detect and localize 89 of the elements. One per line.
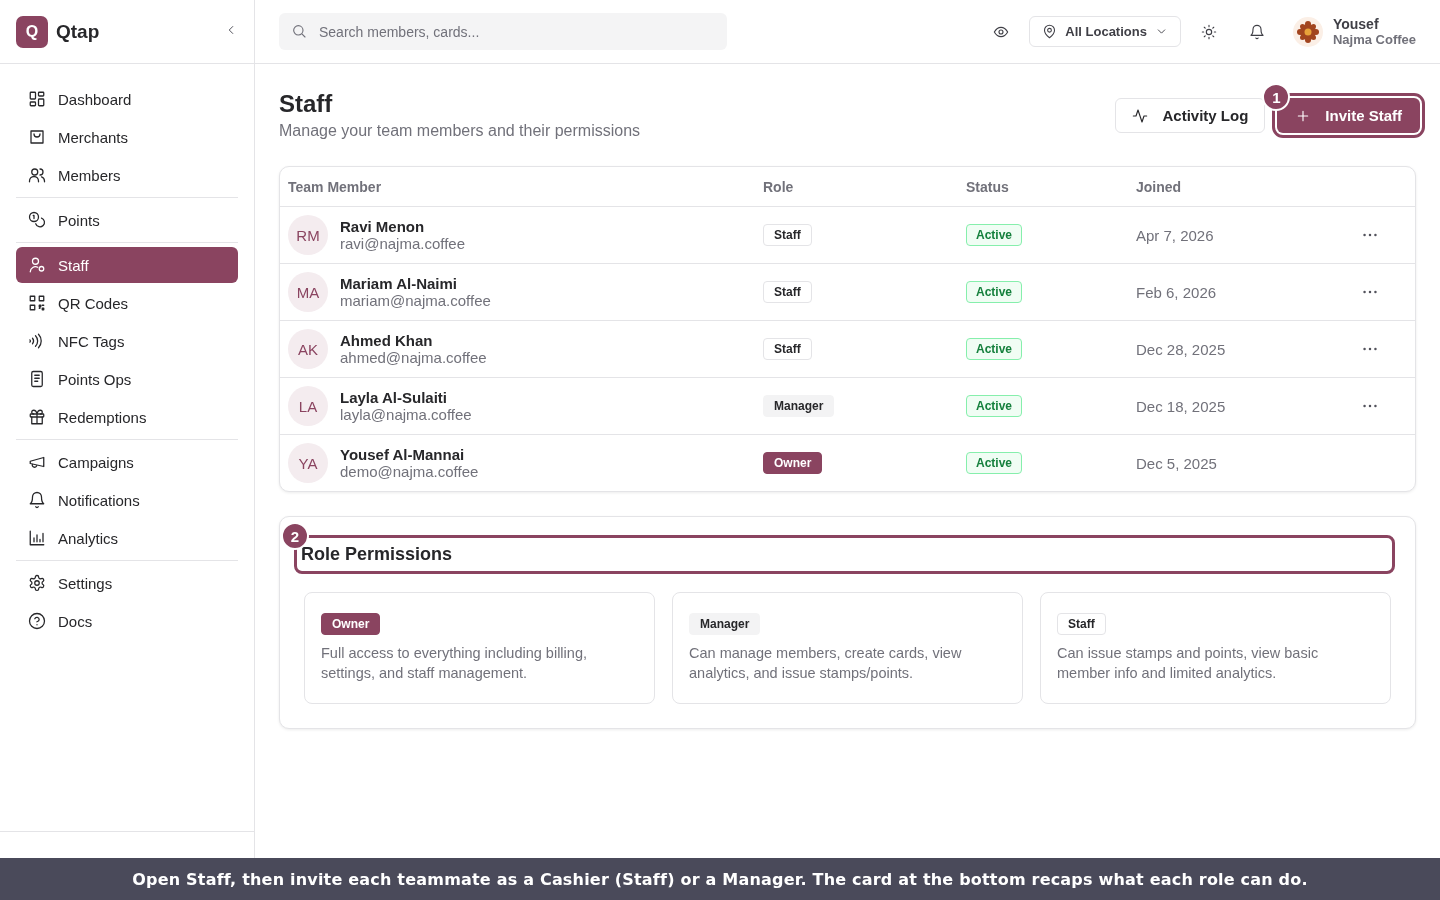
column-header: Role [763,178,795,195]
coins-icon [28,211,46,229]
joined-date: Dec 18, 2025 [1136,397,1227,415]
member-email: ahmed@najma.coffee [340,349,487,366]
member-avatar: YA [288,443,328,483]
more-icon [1363,347,1377,351]
member-avatar: AK [288,329,328,369]
status-badge: Active [966,224,1023,246]
search-field[interactable]: Search members, cards... [279,13,727,50]
column-header: Status [966,178,1010,195]
business-name: Najma Coffee [1332,32,1416,47]
status-badge: Active [966,281,1023,303]
user-name: Yousef [1332,16,1380,32]
bell-icon [28,491,46,509]
more-icon [1363,233,1377,237]
sidebar-item[interactable]: Dashboard [16,81,238,117]
location-dropdown[interactable]: All Locations [1029,16,1181,47]
member-name: Yousef Al-Mannai [340,446,466,463]
role-badge: Owner [763,452,823,474]
bar-chart-icon [28,529,46,547]
role-badge: Manager [689,613,761,635]
sidebar-item[interactable]: QR Codes [16,285,238,321]
role-badge: Staff [763,224,812,246]
member-email: layla@najma.coffee [340,406,472,423]
role-badge: Staff [763,281,812,303]
member-email: demo@najma.coffee [340,463,479,480]
notifications-button[interactable] [1248,23,1265,40]
status-badge: Active [966,338,1023,360]
sidebar-item[interactable]: Points [16,202,238,238]
status-badge: Active [966,395,1023,417]
qr-code-icon [28,294,46,312]
sidebar-item[interactable]: Redemptions [16,399,238,435]
member-avatar: RM [288,215,328,255]
role-badge: Staff [763,338,812,360]
step-badge: 1 [1262,83,1291,111]
page-subtitle: Manage your team members and their permissions [279,122,641,140]
caption-text: Open Staff, then invite each teammate as a Cashier (Staff) or a Manager. The card at the bottom recaps what each role can do. [132,869,1308,889]
member-email: ravi@najma.coffee [340,235,465,252]
member-email: mariam@najma.coffee [340,292,491,309]
user-gear-icon [28,256,46,274]
logo-tile: Q [16,15,48,48]
activity-icon [1132,107,1149,124]
sun-icon [1200,23,1217,40]
sidebar-item[interactable]: Analytics [16,520,238,556]
sidebar-item[interactable]: Members [16,157,238,193]
role-description: Can issue stamps and points, view basic member info and limited analytics. [1057,644,1320,683]
member-name: Mariam Al-Naimi [340,275,458,292]
theme-toggle[interactable] [1200,23,1217,40]
sidebar-item[interactable]: Merchants [16,119,238,155]
role-description: Full access to everything including billing, settings, and staff management. [321,644,588,683]
help-icon [28,612,46,630]
member-name: Layla Al-Sulaiti [340,389,448,406]
search-icon [291,23,307,39]
more-icon [1363,290,1377,294]
bell-icon [1248,23,1265,40]
sidebar-item[interactable]: Campaigns [16,444,238,480]
sidebar-item[interactable]: NFC Tags [16,323,238,359]
map-pin-icon [1042,24,1058,39]
joined-date: Feb 6, 2026 [1136,283,1218,301]
joined-date: Dec 28, 2025 [1136,340,1227,358]
brand-name: Qtap [56,20,101,43]
users-icon [28,166,46,184]
role-description: Can manage members, create cards, view analytics, and issue stamps/points. [689,644,963,683]
joined-date: Dec 5, 2025 [1136,454,1218,472]
grid-icon [28,90,46,108]
page-title: Staff [279,90,334,118]
member-avatar: MA [288,272,328,312]
column-header: Joined [1136,178,1183,195]
more-icon [1363,404,1377,408]
role-badge: Staff [1057,613,1106,635]
shopping-bag-icon [28,128,46,146]
column-header: Team Member [288,178,383,195]
role-badge: Manager [763,395,835,417]
gift-icon [28,408,46,426]
member-name: Ravi Menon [340,218,426,235]
role-badge: Owner [321,613,381,635]
sidebar-item[interactable]: Staff [16,247,238,283]
status-badge: Active [966,452,1023,474]
sidebar-item[interactable]: Settings [16,565,238,601]
sidebar-item[interactable]: Docs [16,603,238,639]
sidebar-item[interactable]: Points Ops [16,361,238,397]
member-avatar: LA [288,386,328,426]
member-name: Ahmed Khan [340,332,434,349]
joined-date: Apr 7, 2026 [1136,226,1215,244]
sidebar-item[interactable]: Notifications [16,482,238,518]
settings-icon [28,574,46,592]
avatar [1292,16,1323,47]
activity-log-button[interactable]: Activity Log [1115,98,1266,133]
receipt-icon [28,370,46,388]
